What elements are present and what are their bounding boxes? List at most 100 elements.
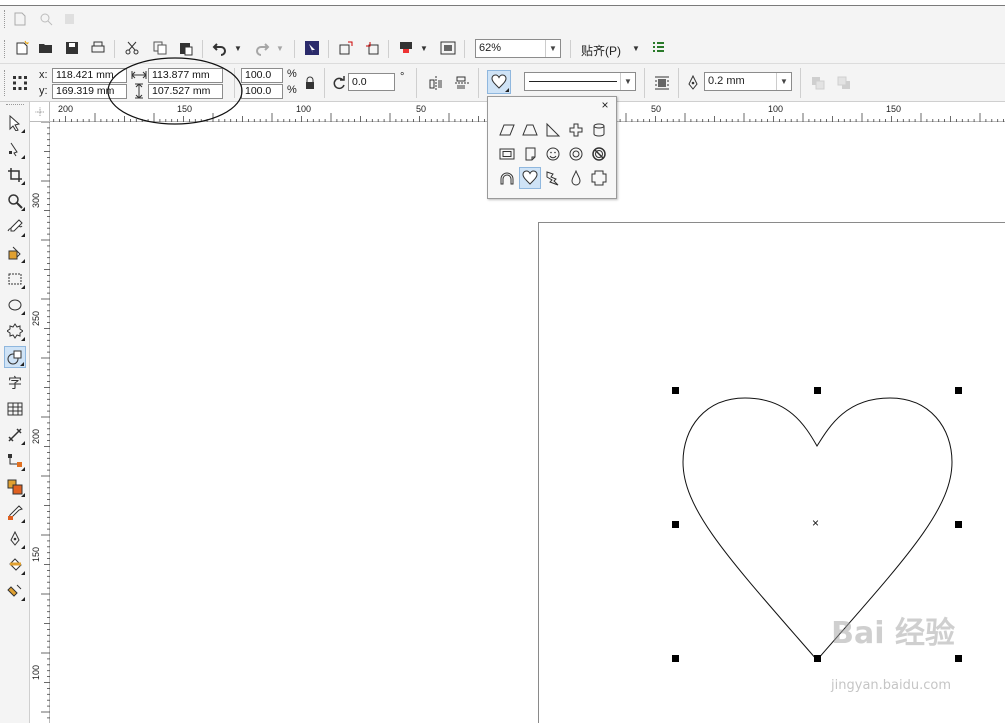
to-back-icon[interactable] (834, 73, 854, 93)
zoom-level-combo[interactable]: 62% ▼ (475, 39, 561, 58)
vertical-ruler-ticks (41, 122, 50, 719)
dimension-tool[interactable] (4, 424, 26, 446)
table-tool[interactable] (4, 398, 26, 420)
ruler-origin-icon[interactable] (30, 102, 50, 122)
separator (388, 40, 389, 58)
reference-point-icon[interactable] (10, 73, 30, 93)
separator (570, 40, 571, 58)
freehand-tool[interactable] (4, 216, 26, 238)
x-label: x: (39, 69, 48, 81)
snap-to-menu[interactable]: 贴齐(P) (581, 42, 621, 59)
eyedropper-tool[interactable] (4, 502, 26, 524)
ruler-label: 150 (886, 104, 902, 114)
text-wrap-icon[interactable] (652, 73, 672, 93)
shape-tool[interactable] (4, 138, 26, 160)
outline-width-combo[interactable]: 0.2 mm ▼ (704, 72, 792, 91)
new-document-icon[interactable] (12, 38, 32, 58)
separator (464, 40, 465, 58)
selection-handle-bottom[interactable] (814, 655, 821, 662)
redo-icon[interactable] (252, 38, 272, 58)
selection-handle-left[interactable] (672, 521, 679, 528)
separator (678, 68, 679, 98)
arc-block-shape[interactable] (496, 167, 518, 189)
document-icon[interactable] (10, 9, 30, 29)
scale-x-field[interactable]: 100.0 (241, 68, 283, 83)
heart-shape-option[interactable] (519, 167, 541, 189)
selection-handle-bottom-left[interactable] (672, 655, 679, 662)
toolbar-grip[interactable] (4, 70, 7, 96)
smiley-shape[interactable] (542, 143, 564, 165)
scale-y-field[interactable]: 100.0 (241, 84, 283, 99)
mirror-vertical-icon[interactable] (452, 73, 472, 93)
pick-tool[interactable] (4, 112, 26, 134)
toolbar-grip[interactable] (4, 40, 7, 58)
basic-shapes-tool[interactable] (4, 346, 26, 368)
separator (294, 40, 295, 58)
ruler-label: 50 (416, 104, 427, 114)
mirror-horizontal-icon[interactable] (426, 73, 446, 93)
search-content-icon[interactable] (302, 38, 322, 58)
fill-tool[interactable] (4, 554, 26, 576)
selection-handle-bottom-right[interactable] (955, 655, 962, 662)
open-folder-icon[interactable] (36, 38, 56, 58)
chevron-down-icon[interactable]: ▼ (620, 73, 635, 90)
lock-ratio-icon[interactable] (302, 73, 318, 93)
crop-tool[interactable] (4, 164, 26, 186)
rectangle-tool[interactable] (4, 268, 26, 290)
interactive-effects-tool[interactable] (4, 476, 26, 498)
right-triangle-shape[interactable] (542, 119, 564, 141)
lightning-shape[interactable] (542, 167, 564, 189)
teardrop-shape[interactable] (565, 167, 587, 189)
parallelogram-shape[interactable] (496, 119, 518, 141)
cylinder-shape[interactable] (588, 119, 610, 141)
outline-style-combo[interactable]: ▼ (524, 72, 636, 91)
donut-shape[interactable] (565, 143, 587, 165)
import-icon[interactable] (336, 38, 356, 58)
close-icon[interactable]: × (598, 98, 612, 112)
connector-tool[interactable] (4, 450, 26, 472)
annotation-ellipse (107, 57, 243, 125)
no-symbol-shape[interactable] (588, 143, 610, 165)
pages-icon[interactable] (60, 9, 80, 29)
separator (324, 68, 325, 98)
vertical-ruler[interactable]: 300 250 200 150 100 (30, 122, 50, 723)
zoom-icon[interactable] (36, 9, 56, 29)
cross-shape[interactable] (565, 119, 587, 141)
perfect-shapes-flyout: × (487, 96, 617, 199)
perfect-shape-picker[interactable] (487, 70, 511, 94)
rotation-field[interactable]: 0.0 (348, 73, 395, 91)
selection-handle-right[interactable] (955, 521, 962, 528)
save-icon[interactable] (62, 38, 82, 58)
toolbar-grip[interactable] (4, 10, 7, 28)
publish-dropdown-icon[interactable]: ▼ (418, 38, 430, 58)
zoom-tool[interactable] (4, 190, 26, 212)
export-icon[interactable] (362, 38, 382, 58)
toolbox: 字 (0, 102, 30, 723)
to-front-icon[interactable] (808, 73, 828, 93)
chevron-down-icon[interactable]: ▼ (776, 73, 791, 90)
frame-shape[interactable] (496, 143, 518, 165)
separator (800, 68, 801, 98)
redo-dropdown-icon[interactable]: ▼ (274, 38, 286, 58)
ruler-label: 200 (31, 428, 41, 444)
polygon-tool[interactable] (4, 320, 26, 342)
ellipse-tool[interactable] (4, 294, 26, 316)
toolbox-grip[interactable] (6, 104, 24, 105)
outline-tool[interactable] (4, 528, 26, 550)
selection-handle-top[interactable] (814, 387, 821, 394)
options-icon[interactable] (648, 38, 668, 58)
trapezoid-shape[interactable] (519, 119, 541, 141)
folded-corner-shape[interactable] (519, 143, 541, 165)
snap-dropdown-icon[interactable]: ▼ (630, 38, 642, 58)
selection-handle-top-left[interactable] (672, 387, 679, 394)
selection-handle-top-right[interactable] (955, 387, 962, 394)
rotate-icon (330, 73, 348, 93)
plaque-shape[interactable] (588, 167, 610, 189)
publish-pdf-icon[interactable] (396, 38, 416, 58)
full-screen-preview-icon[interactable] (438, 38, 458, 58)
smart-fill-tool[interactable] (4, 242, 26, 264)
interactive-fill-tool[interactable] (4, 580, 26, 602)
rotation-center-icon[interactable]: × (812, 517, 819, 529)
text-tool[interactable]: 字 (4, 372, 26, 394)
chevron-down-icon[interactable]: ▼ (545, 40, 560, 57)
